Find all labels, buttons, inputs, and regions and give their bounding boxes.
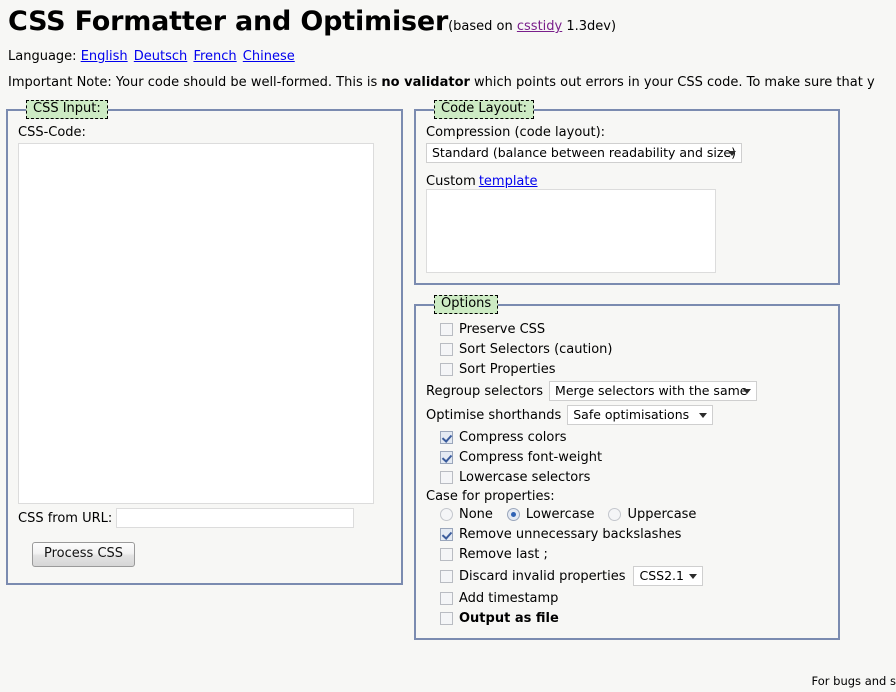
- case-none-label: None: [459, 507, 493, 522]
- right-column: Code Layout: Compression (code layout): …: [414, 100, 840, 641]
- add-timestamp-checkbox[interactable]: [440, 592, 453, 605]
- regroup-selectors-select[interactable]: Merge selectors with the same: [549, 381, 757, 401]
- compression-select-value: Standard (balance between readability an…: [432, 145, 736, 160]
- compress-colors-checkbox[interactable]: [440, 431, 453, 444]
- optimise-shorthands-value: Safe optimisations: [573, 407, 689, 422]
- discard-invalid-properties-value: CSS2.1: [639, 568, 683, 583]
- based-on-version: 1.3dev): [562, 19, 616, 34]
- remove-backslashes-label: Remove unnecessary backslashes: [459, 527, 681, 542]
- compression-select[interactable]: Standard (balance between readability an…: [426, 143, 742, 163]
- page-footer: For bugs and s: [0, 674, 896, 688]
- code-layout-panel: Code Layout: Compression (code layout): …: [414, 100, 840, 285]
- page-header: CSS Formatter and Optimiser(based on css…: [0, 0, 896, 90]
- option-regroup-selectors: Regroup selectors Merge selectors with t…: [426, 379, 828, 403]
- compress-colors-label: Compress colors: [459, 430, 566, 445]
- regroup-selectors-value: Merge selectors with the same: [555, 383, 747, 398]
- option-remove-last-semicolon[interactable]: Remove last ;: [440, 544, 828, 564]
- language-link-deutsch[interactable]: Deutsch: [134, 49, 188, 64]
- css-url-label: CSS from URL:: [18, 511, 112, 526]
- language-link-english[interactable]: English: [81, 49, 128, 64]
- compress-font-weight-label: Compress font-weight: [459, 450, 602, 465]
- preserve-css-label: Preserve CSS: [459, 322, 545, 337]
- based-on-prefix: (based on: [448, 19, 517, 34]
- sort-selectors-label: Sort Selectors (caution): [459, 342, 613, 357]
- page-title: CSS Formatter and Optimiser: [8, 6, 448, 37]
- important-note: Important Note: Your code should be well…: [8, 75, 888, 90]
- output-as-file-label: Output as file: [459, 611, 559, 626]
- discard-invalid-properties-checkbox[interactable]: [440, 570, 453, 583]
- language-label: Language:: [8, 49, 77, 64]
- css-input-panel: CSS Input: CSS-Code: CSS from URL: Proce…: [6, 100, 403, 585]
- sort-properties-label: Sort Properties: [459, 362, 555, 377]
- custom-template-textarea[interactable]: [426, 189, 716, 273]
- remove-last-semicolon-checkbox[interactable]: [440, 548, 453, 561]
- option-output-as-file[interactable]: Output as file: [440, 608, 828, 628]
- options-legend: Options: [434, 295, 498, 314]
- option-optimise-shorthands: Optimise shorthands Safe optimisations: [426, 403, 828, 427]
- regroup-selectors-label: Regroup selectors: [426, 384, 543, 399]
- case-uppercase-radio[interactable]: [608, 508, 621, 521]
- option-preserve-css[interactable]: Preserve CSS: [440, 319, 828, 339]
- sort-selectors-checkbox[interactable]: [440, 343, 453, 356]
- code-layout-legend: Code Layout:: [434, 100, 534, 119]
- based-on-note: (based on csstidy 1.3dev): [448, 19, 616, 34]
- case-for-properties-radiogroup: None Lowercase Uppercase: [440, 504, 828, 524]
- options-panel: Options Preserve CSS Sort Selectors (cau…: [414, 295, 840, 640]
- chevron-down-icon: [699, 413, 707, 418]
- language-selector: Language: English Deutsch French Chinese: [8, 49, 888, 64]
- lowercase-selectors-label: Lowercase selectors: [459, 470, 590, 485]
- csstidy-link[interactable]: csstidy: [517, 19, 562, 34]
- template-link[interactable]: template: [479, 174, 538, 189]
- footer-text: For bugs and s: [812, 674, 896, 688]
- option-compress-font-weight[interactable]: Compress font-weight: [440, 447, 828, 467]
- option-sort-properties[interactable]: Sort Properties: [440, 359, 828, 379]
- discard-invalid-properties-select[interactable]: CSS2.1: [633, 566, 703, 586]
- option-compress-colors[interactable]: Compress colors: [440, 427, 828, 447]
- css-code-textarea[interactable]: [18, 143, 374, 504]
- case-lowercase-radio[interactable]: [507, 508, 520, 521]
- add-timestamp-label: Add timestamp: [459, 591, 558, 606]
- chevron-down-icon: [689, 574, 697, 579]
- compression-label: Compression (code layout):: [426, 125, 828, 140]
- options-list: Preserve CSS Sort Selectors (caution) So…: [426, 314, 828, 628]
- custom-template-row: Customtemplate: [426, 174, 828, 189]
- optimise-shorthands-label: Optimise shorthands: [426, 408, 561, 423]
- css-url-row: CSS from URL:: [18, 508, 391, 528]
- case-uppercase-label: Uppercase: [627, 507, 696, 522]
- output-as-file-checkbox[interactable]: [440, 612, 453, 625]
- css-input-legend: CSS Input:: [26, 100, 108, 119]
- remove-last-semicolon-label: Remove last ;: [459, 547, 548, 562]
- note-suffix: which points out errors in your CSS code…: [470, 75, 875, 90]
- chevron-down-icon: [743, 389, 751, 394]
- language-link-french[interactable]: French: [193, 49, 236, 64]
- option-sort-selectors[interactable]: Sort Selectors (caution): [440, 339, 828, 359]
- note-emphasis: no validator: [381, 75, 470, 90]
- option-add-timestamp[interactable]: Add timestamp: [440, 588, 828, 608]
- case-for-properties-label: Case for properties:: [426, 489, 828, 504]
- custom-template-label: Custom: [426, 174, 476, 189]
- preserve-css-checkbox[interactable]: [440, 323, 453, 336]
- case-none-radio[interactable]: [440, 508, 453, 521]
- optimise-shorthands-select[interactable]: Safe optimisations: [567, 405, 713, 425]
- left-column: CSS Input: CSS-Code: CSS from URL: Proce…: [6, 100, 403, 585]
- note-prefix: Important Note: Your code should be well…: [8, 75, 381, 90]
- css-code-label: CSS-Code:: [18, 125, 391, 140]
- case-lowercase-label: Lowercase: [526, 507, 595, 522]
- option-remove-backslashes[interactable]: Remove unnecessary backslashes: [440, 524, 828, 544]
- discard-invalid-properties-label: Discard invalid properties: [459, 569, 625, 584]
- chevron-down-icon: [728, 151, 736, 156]
- remove-backslashes-checkbox[interactable]: [440, 528, 453, 541]
- process-button-row: Process CSS: [32, 542, 391, 567]
- css-url-input[interactable]: [116, 508, 354, 528]
- sort-properties-checkbox[interactable]: [440, 363, 453, 376]
- option-discard-invalid-properties[interactable]: Discard invalid properties CSS2.1: [440, 564, 828, 588]
- compress-font-weight-checkbox[interactable]: [440, 451, 453, 464]
- option-lowercase-selectors[interactable]: Lowercase selectors: [440, 467, 828, 487]
- lowercase-selectors-checkbox[interactable]: [440, 471, 453, 484]
- language-link-chinese[interactable]: Chinese: [243, 49, 295, 64]
- process-css-button[interactable]: Process CSS: [32, 542, 135, 567]
